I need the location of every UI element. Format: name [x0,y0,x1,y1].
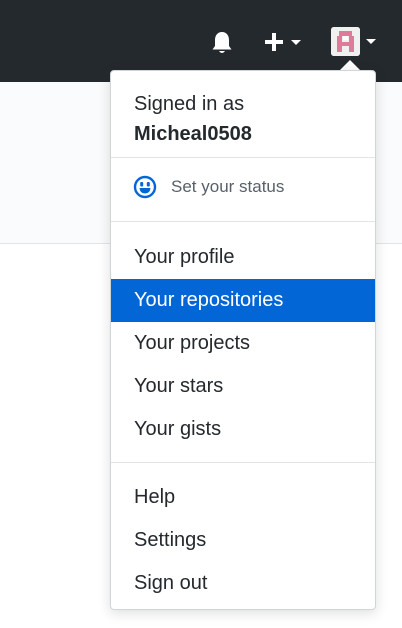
create-new-menu-button[interactable] [263,30,301,54]
menu-item-your-profile[interactable]: Your profile [111,236,375,279]
menu-item-your-gists[interactable]: Your gists [111,408,375,451]
user-menu-button[interactable] [331,26,376,56]
chevron-down-icon [366,38,376,44]
set-status-button[interactable]: Set your status [133,175,284,199]
chevron-down-icon [291,39,301,45]
divider [111,462,375,463]
plus-icon [265,33,283,51]
signed-in-label: Signed in as [134,93,245,115]
divider [111,221,375,222]
menu-item-your-repositories[interactable]: Your repositories [111,279,375,322]
menu-item-your-stars[interactable]: Your stars [111,365,375,408]
avatar-identicon [331,26,360,56]
user-dropdown-menu: Signed in as Micheal0508 Set your status… [110,70,376,610]
set-status-label: Set your status [171,177,285,196]
bell-icon[interactable] [210,30,234,56]
avatar[interactable] [331,26,360,56]
dropdown-pointer [340,60,360,70]
username: Micheal0508 [134,123,252,145]
divider [111,157,375,158]
smiley-icon [133,175,157,199]
signed-in-info: Signed in as Micheal0508 [134,89,252,149]
menu-item-your-projects[interactable]: Your projects [111,322,375,365]
menu-item-help[interactable]: Help [111,476,375,519]
menu-item-settings[interactable]: Settings [111,519,375,562]
menu-item-sign-out[interactable]: Sign out [111,562,375,605]
